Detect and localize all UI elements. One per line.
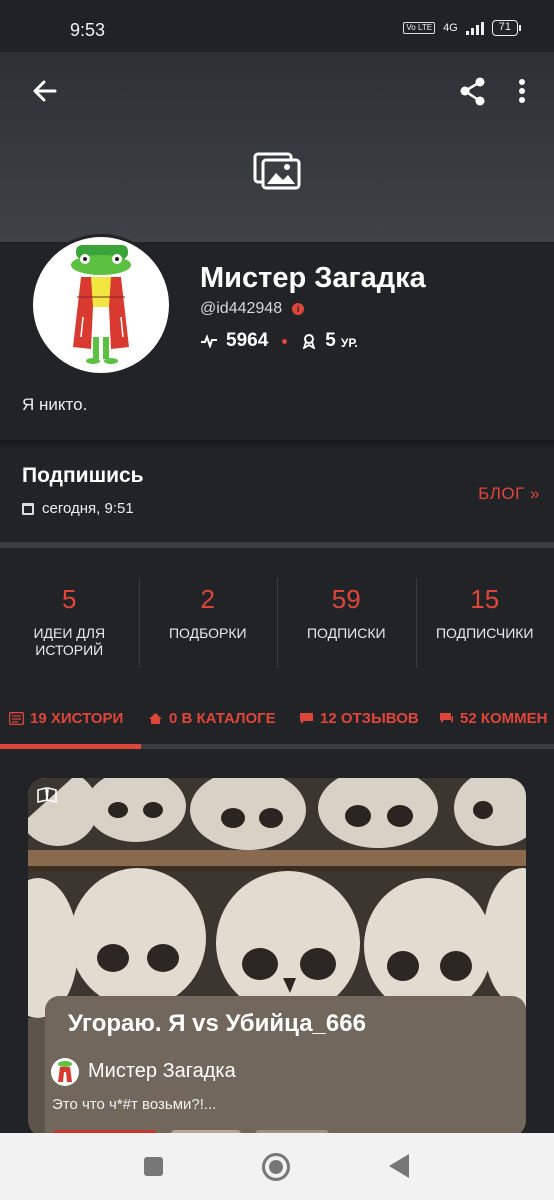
frog-avatar-image xyxy=(58,1061,72,1082)
counter-collections[interactable]: 2 ПОДБОРКИ xyxy=(138,578,278,670)
counter-label: ПОДБОРКИ xyxy=(168,625,247,641)
rating-value: 5964 xyxy=(226,330,269,351)
story-author[interactable]: Мистер Загадка xyxy=(88,1060,236,1083)
counter-story-ideas[interactable]: 5 ИДЕИ ДЛЯ ИСТОРИЙ xyxy=(0,578,139,670)
arrow-left-icon xyxy=(33,80,57,102)
tab-catalog[interactable]: 0 В КАТАЛОГЕ xyxy=(148,710,276,727)
volte-icon: Vo LTE xyxy=(403,22,436,34)
system-back-button[interactable] xyxy=(389,1154,409,1178)
subscribe-title[interactable]: Подпишись xyxy=(22,464,144,488)
counter-label: ИДЕИ ДЛЯ ИСТОРИЙ xyxy=(33,625,106,658)
status-bar: 9:53 Vo LTE 4G 71 xyxy=(0,0,554,52)
story-card[interactable]: Угораю. Я vs Убийца_666 Мистер Загадка Э… xyxy=(28,778,526,1138)
profile-bio: Я никто. xyxy=(22,395,88,414)
level-unit: УР. xyxy=(340,336,358,350)
change-cover-button[interactable] xyxy=(252,148,302,192)
status-time: 9:53 xyxy=(70,20,106,40)
comments-icon xyxy=(440,713,453,723)
section-separator xyxy=(0,542,554,548)
counter-value: 15 xyxy=(470,584,500,614)
info-icon[interactable]: i xyxy=(292,303,305,315)
calendar-icon xyxy=(22,502,34,515)
share-icon xyxy=(460,77,485,106)
signal-icon xyxy=(465,21,484,35)
profile-name: Мистер Загадка xyxy=(200,262,426,294)
story-snippet: Это что ч*#т возьми?!... xyxy=(52,1096,217,1113)
activity-icon xyxy=(201,334,217,348)
counter-subscriptions[interactable]: 59 ПОДПИСКИ xyxy=(277,578,416,670)
profile-tabs: 19 ХИСТОРИ 0 В КАТАЛОГЕ 12 ОТЗЫВОВ 52 КО… xyxy=(0,706,554,746)
battery-icon: 71 xyxy=(491,20,522,36)
system-nav-bar xyxy=(0,1133,554,1200)
profile-stats: 5964 5 УР. xyxy=(200,330,358,352)
status-icons: Vo LTE 4G 71 xyxy=(403,20,522,36)
tab-label: 0 В КАТАЛОГЕ xyxy=(169,710,276,727)
stories-icon xyxy=(9,712,24,725)
blog-link[interactable]: БЛОГ » xyxy=(478,484,540,504)
more-options-button[interactable] xyxy=(510,74,534,108)
counter-value: 59 xyxy=(331,584,361,614)
counter-subscribers[interactable]: 15 ПОДПИСЧИКИ xyxy=(415,578,554,670)
frog-avatar-image xyxy=(71,245,131,364)
award-icon xyxy=(302,334,316,349)
author-avatar[interactable] xyxy=(51,1058,79,1086)
images-icon xyxy=(253,152,301,190)
profile-counters: 5 ИДЕИ ДЛЯ ИСТОРИЙ 2 ПОДБОРКИ 59 ПОДПИСК… xyxy=(0,578,554,670)
counter-label: ПОДПИСКИ xyxy=(306,625,386,641)
tab-label: 19 ХИСТОРИ xyxy=(30,710,124,727)
tab-label: 52 КОММЕН xyxy=(460,710,548,727)
tab-stories[interactable]: 19 ХИСТОРИ xyxy=(9,710,123,727)
story-cover-image xyxy=(28,778,526,1018)
story-type-badge xyxy=(28,778,72,818)
profile-username-row: @id442948 i xyxy=(200,300,305,318)
level-value: 5 xyxy=(325,330,336,351)
active-tab-indicator xyxy=(0,744,141,749)
subscribe-date-row: сегодня, 9:51 xyxy=(22,500,134,517)
more-vertical-icon xyxy=(519,79,525,103)
avatar[interactable] xyxy=(30,234,172,376)
counter-value: 2 xyxy=(200,584,215,614)
counter-value: 5 xyxy=(62,584,77,614)
tab-label: 12 ОТЗЫВОВ xyxy=(320,710,419,727)
book-icon xyxy=(28,778,72,818)
profile-username: @id442948 xyxy=(200,300,283,317)
review-icon xyxy=(300,713,313,724)
home-icon xyxy=(149,713,162,724)
profile-cover xyxy=(0,52,554,242)
recent-apps-button[interactable] xyxy=(144,1157,163,1176)
tab-comments[interactable]: 52 КОММЕН xyxy=(439,710,548,727)
story-card-panel: Угораю. Я vs Убийца_666 Мистер Загадка Э… xyxy=(45,996,526,1138)
subscribe-date: сегодня, 9:51 xyxy=(42,500,134,517)
counter-label: ПОДПИСЧИКИ xyxy=(435,625,534,641)
story-title[interactable]: Угораю. Я vs Убийца_666 xyxy=(68,1010,366,1038)
network-type: 4G xyxy=(443,22,458,34)
divider xyxy=(0,440,554,450)
back-button[interactable] xyxy=(28,74,62,108)
share-button[interactable] xyxy=(456,74,490,108)
separator-dot xyxy=(282,338,288,344)
home-button[interactable] xyxy=(262,1153,290,1181)
tab-reviews[interactable]: 12 ОТЗЫВОВ xyxy=(299,710,419,727)
